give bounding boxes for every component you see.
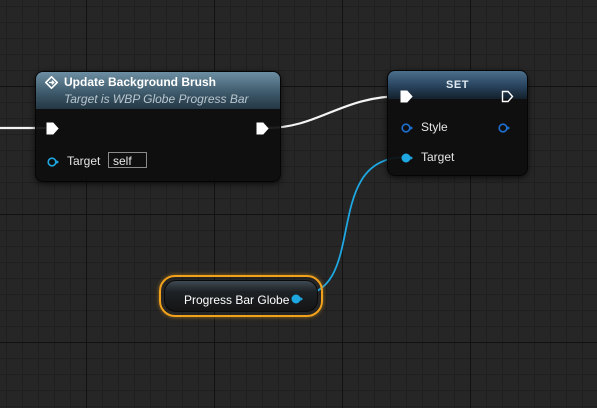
exec-wire-to-set[interactable] (265, 94, 405, 130)
set-node[interactable]: SET Style Target (387, 70, 528, 176)
set-target-pin-icon[interactable] (401, 153, 413, 163)
style-pin-label: Style (421, 120, 448, 134)
node-header[interactable]: Update Background Brush Target is WBP Gl… (36, 72, 280, 109)
target-pin-label: Target (67, 154, 101, 168)
wire-layer (0, 94, 407, 297)
update-background-brush-node[interactable]: Update Background Brush Target is WBP Gl… (35, 71, 281, 182)
function-icon (45, 76, 58, 89)
blueprint-graph-canvas[interactable]: Update Background Brush Target is WBP Gl… (0, 0, 597, 408)
node-title: Update Background Brush (64, 75, 217, 89)
set-exec-in-pin-icon[interactable] (400, 90, 413, 103)
exec-out-pin-icon[interactable] (256, 122, 269, 135)
exec-in-pin-icon[interactable] (46, 122, 59, 135)
variable-label: Progress Bar Globe (184, 293, 290, 307)
node-subtitle: Target is WBP Globe Progress Bar (64, 92, 249, 106)
target-self-field[interactable]: self (108, 152, 147, 168)
style-in-pin-icon[interactable] (401, 123, 413, 133)
style-out-pin-icon[interactable] (498, 123, 510, 133)
set-exec-out-pin-icon[interactable] (501, 90, 514, 103)
variable-node-body[interactable]: Progress Bar Globe (164, 280, 318, 312)
progress-bar-globe-variable-node[interactable]: Progress Bar Globe (159, 275, 323, 317)
variable-out-pin-icon[interactable] (291, 294, 303, 304)
set-target-pin-label: Target (421, 150, 455, 164)
target-pin-icon[interactable] (47, 157, 59, 167)
